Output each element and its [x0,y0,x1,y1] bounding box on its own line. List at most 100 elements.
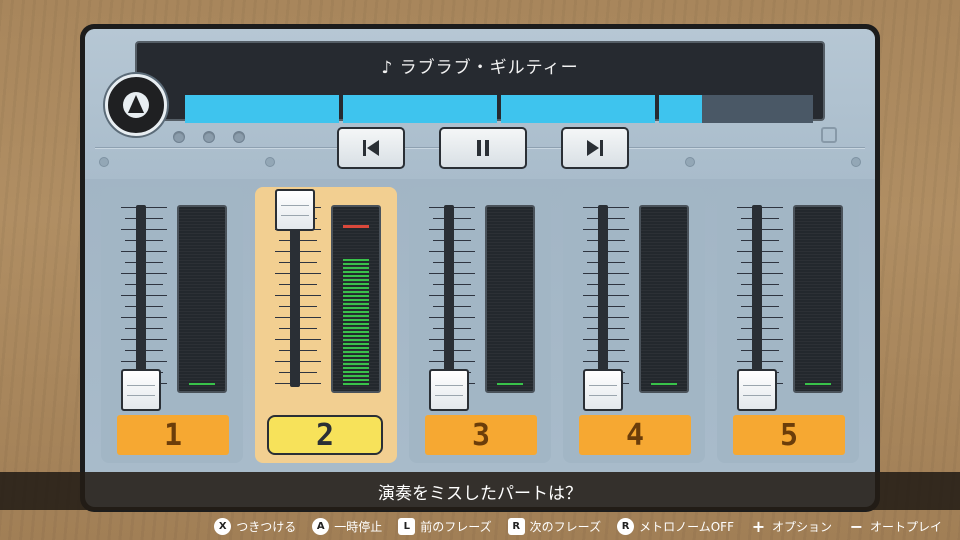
previous-phrase-button[interactable] [337,127,405,169]
question-text: 演奏をミスしたパートは？ [378,483,582,504]
transport-controls [85,127,875,173]
control-hint: − オートプレイ [848,516,942,536]
song-progress-bar [185,95,813,123]
progress-segment [501,95,655,123]
channel-number-button-1[interactable]: 1 [117,415,229,455]
meter-bar [343,267,369,269]
plus-button-icon: + [751,516,766,536]
meter-bar [343,371,369,373]
progress-fill [185,95,339,123]
fader-track [598,205,608,387]
fader-knob[interactable] [275,189,315,231]
meter-bar [343,307,369,309]
skip-previous-icon [363,140,379,156]
control-hint: + オプション [750,516,832,536]
meter-bar [343,283,369,285]
fader-knob[interactable] [429,369,469,411]
meter-bar [343,295,369,297]
channel-strip-1[interactable]: 1 [101,187,243,463]
meter-bar [343,299,369,301]
meter-bar [343,343,369,345]
meter-bar [343,259,369,261]
progress-fill [659,95,703,123]
r-stick-icon: R [617,517,635,535]
meter-peak [343,225,369,228]
meter-bar [343,279,369,281]
r-button-icon: R [507,517,525,535]
meter-bar [343,355,369,357]
channel-number-button-5[interactable]: 5 [733,415,845,455]
fader-knob[interactable] [737,369,777,411]
meter-bar [343,379,369,381]
meter-bar [343,367,369,369]
control-label: オプション [771,519,832,534]
fader-track [444,205,454,387]
control-hint: L 前のフレーズ [398,517,492,535]
meter-bar [343,263,369,265]
meter-bar [343,315,369,317]
control-label: 次のフレーズ [529,519,602,534]
channel-strip-5[interactable]: 5 [717,187,859,463]
channel-strip-2[interactable]: 2 [255,187,397,463]
control-label: 一時停止 [334,519,383,534]
channel-number-button-3[interactable]: 3 [425,415,537,455]
meter-bar [343,351,369,353]
level-meter [177,205,227,393]
meter-bar [343,363,369,365]
meter-bar [343,323,369,325]
meter-bar [343,275,369,277]
meter-floor [651,383,677,385]
song-title: ♪ ラブラブ・ギルティー [381,58,579,78]
meter-floor [497,383,523,385]
pause-icon [477,140,489,156]
skip-next-icon [587,140,603,156]
song-display: ♪ ラブラブ・ギルティー [135,41,825,123]
meter-bar [343,291,369,293]
control-hint: X つきつける [214,517,297,535]
meter-bar [343,311,369,313]
meter-floor [189,383,215,385]
channel-strip-3[interactable]: 3 [409,187,551,463]
mixer-panel: ♪ ラブラブ・ギルティー 1 2 3 4 5 [85,29,875,507]
x-button-icon: X [214,517,232,535]
button-guide: X つきつける A 一時停止 L 前のフレーズ R 次のフレーズ R メトロノームOFF + オプショ… [0,512,960,540]
meter-bar [343,339,369,341]
progress-segment [659,95,813,123]
fader-track [136,205,146,387]
mixer-device: ♪ ラブラブ・ギルティー 1 2 3 4 5 [80,24,880,512]
level-meter [331,205,381,393]
meter-bar [343,271,369,273]
control-label: 前のフレーズ [420,519,492,534]
level-meter [639,205,689,393]
channel-strip-4[interactable]: 4 [563,187,705,463]
channel-number-button-4[interactable]: 4 [579,415,691,455]
control-hint: A 一時停止 [312,517,383,535]
meter-bar [343,319,369,321]
pause-button[interactable] [439,127,527,169]
control-label: メトロノームOFF [639,519,734,534]
level-meter [793,205,843,393]
l-button-icon: L [398,517,416,535]
progress-segment [343,95,497,123]
fader-knob[interactable] [583,369,623,411]
minus-button-icon: − [849,516,864,536]
meter-bar [343,327,369,329]
a-button-icon: A [312,517,330,535]
progress-fill [501,95,655,123]
meter-bar [343,287,369,289]
progress-segment [185,95,339,123]
question-bar: 演奏をミスしたパートは？ [0,472,960,510]
next-phrase-button[interactable] [561,127,629,169]
fader-track [290,205,300,387]
fader-track [752,205,762,387]
fader-knob[interactable] [121,369,161,411]
control-label: つきつける [236,519,297,534]
channel-number-button-2[interactable]: 2 [267,415,383,455]
meter-bars [343,257,369,385]
meter-bar [343,347,369,349]
level-meter [485,205,535,393]
control-hint: R メトロノームOFF [617,517,734,535]
meter-bar [343,331,369,333]
control-hint: R 次のフレーズ [507,517,602,535]
meter-bar [343,303,369,305]
